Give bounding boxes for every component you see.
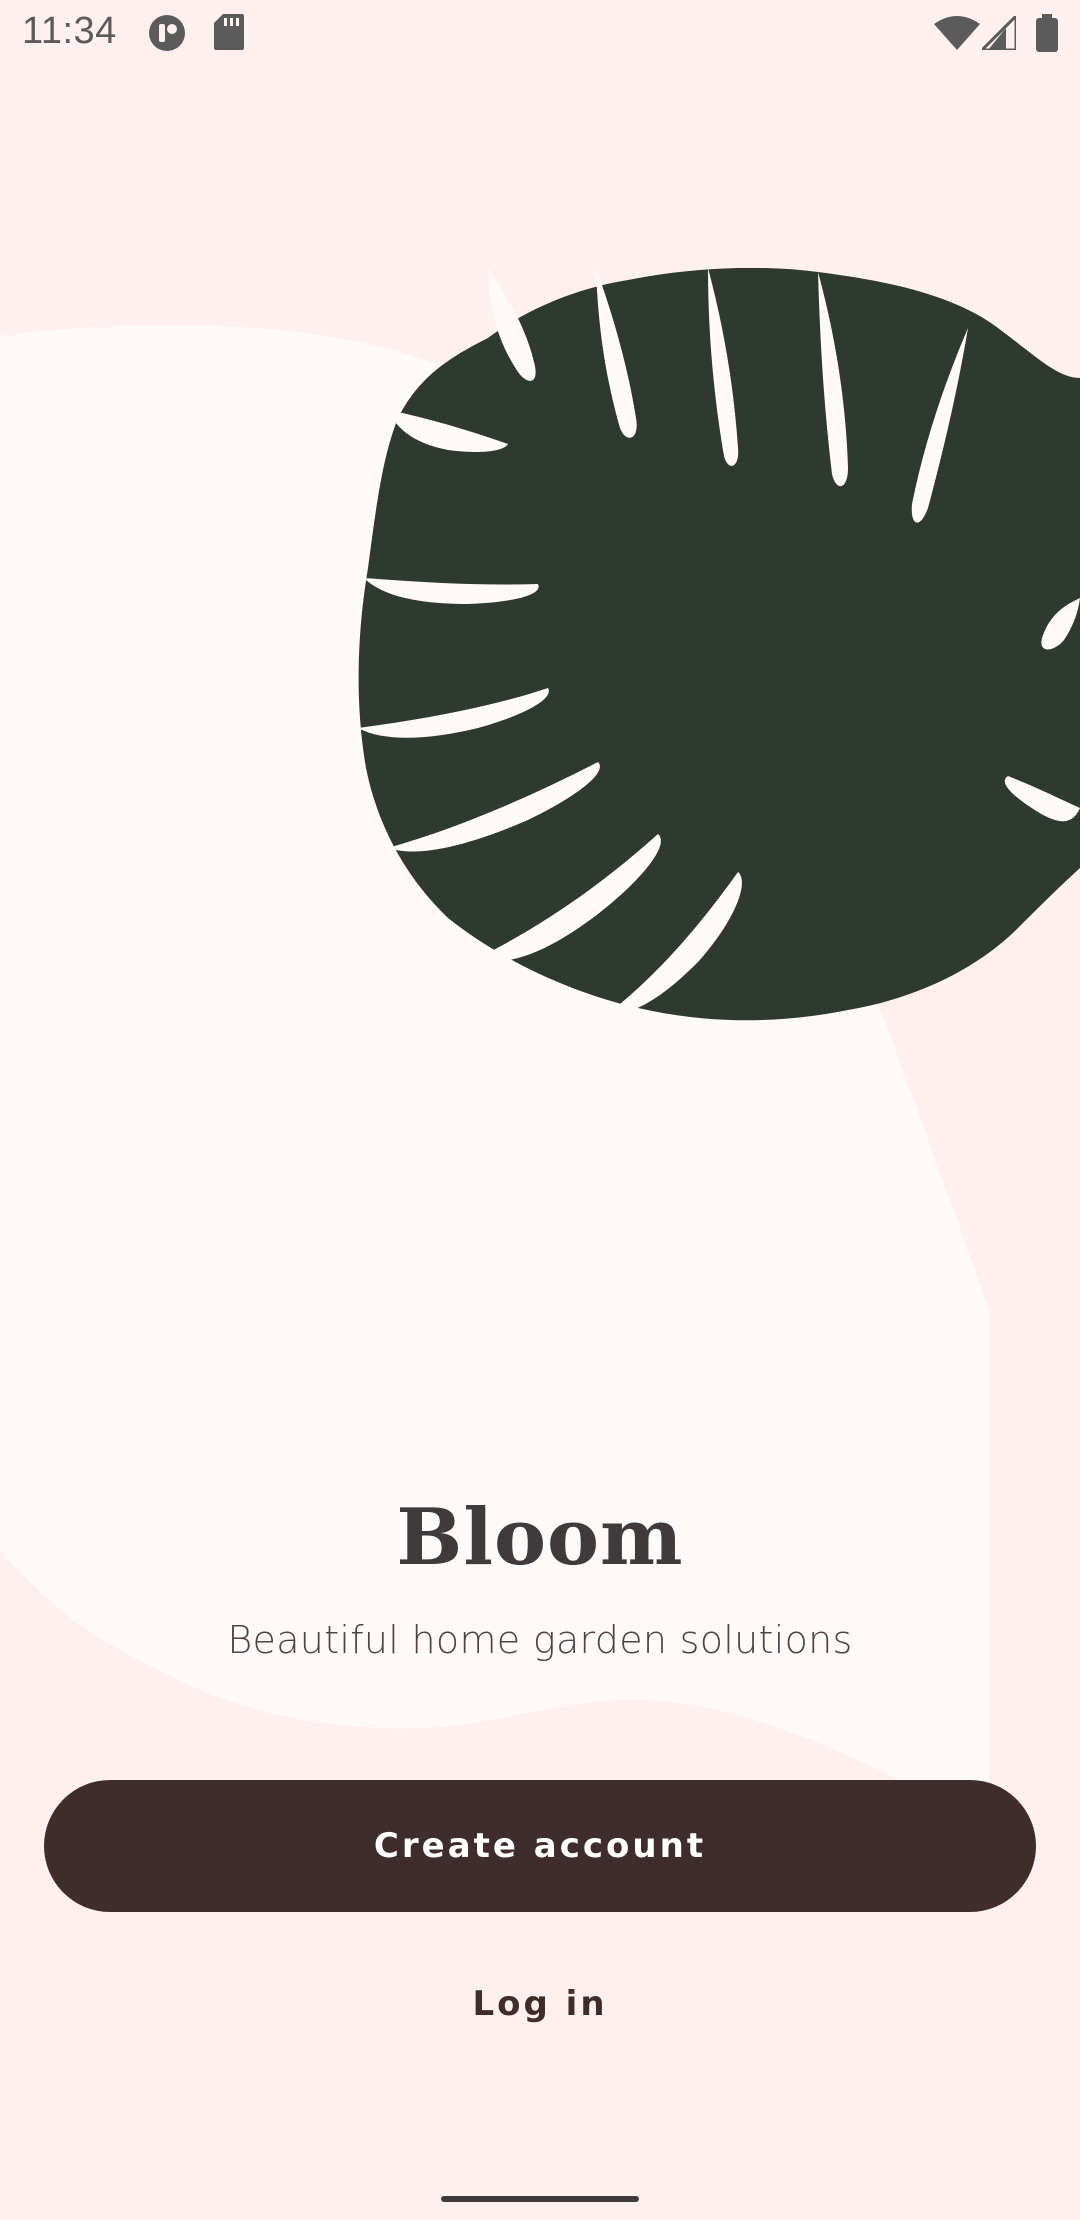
monstera-leaf-icon (358, 268, 1080, 1021)
app-tagline: Beautiful home garden solutions (227, 1618, 853, 1662)
status-bar: 11:34 (0, 0, 1080, 66)
wifi-icon (934, 16, 980, 54)
notification-app-icon (148, 14, 186, 56)
home-gesture-bar[interactable] (441, 2196, 639, 2202)
battery-icon (1036, 14, 1058, 56)
app-title: Bloom (396, 1492, 684, 1583)
login-button[interactable]: Log in (390, 1964, 690, 2044)
sd-card-icon (214, 14, 244, 54)
cellular-signal-icon (978, 12, 1018, 54)
create-account-button[interactable]: Create account (44, 1780, 1036, 1912)
status-time: 11:34 (22, 10, 117, 52)
